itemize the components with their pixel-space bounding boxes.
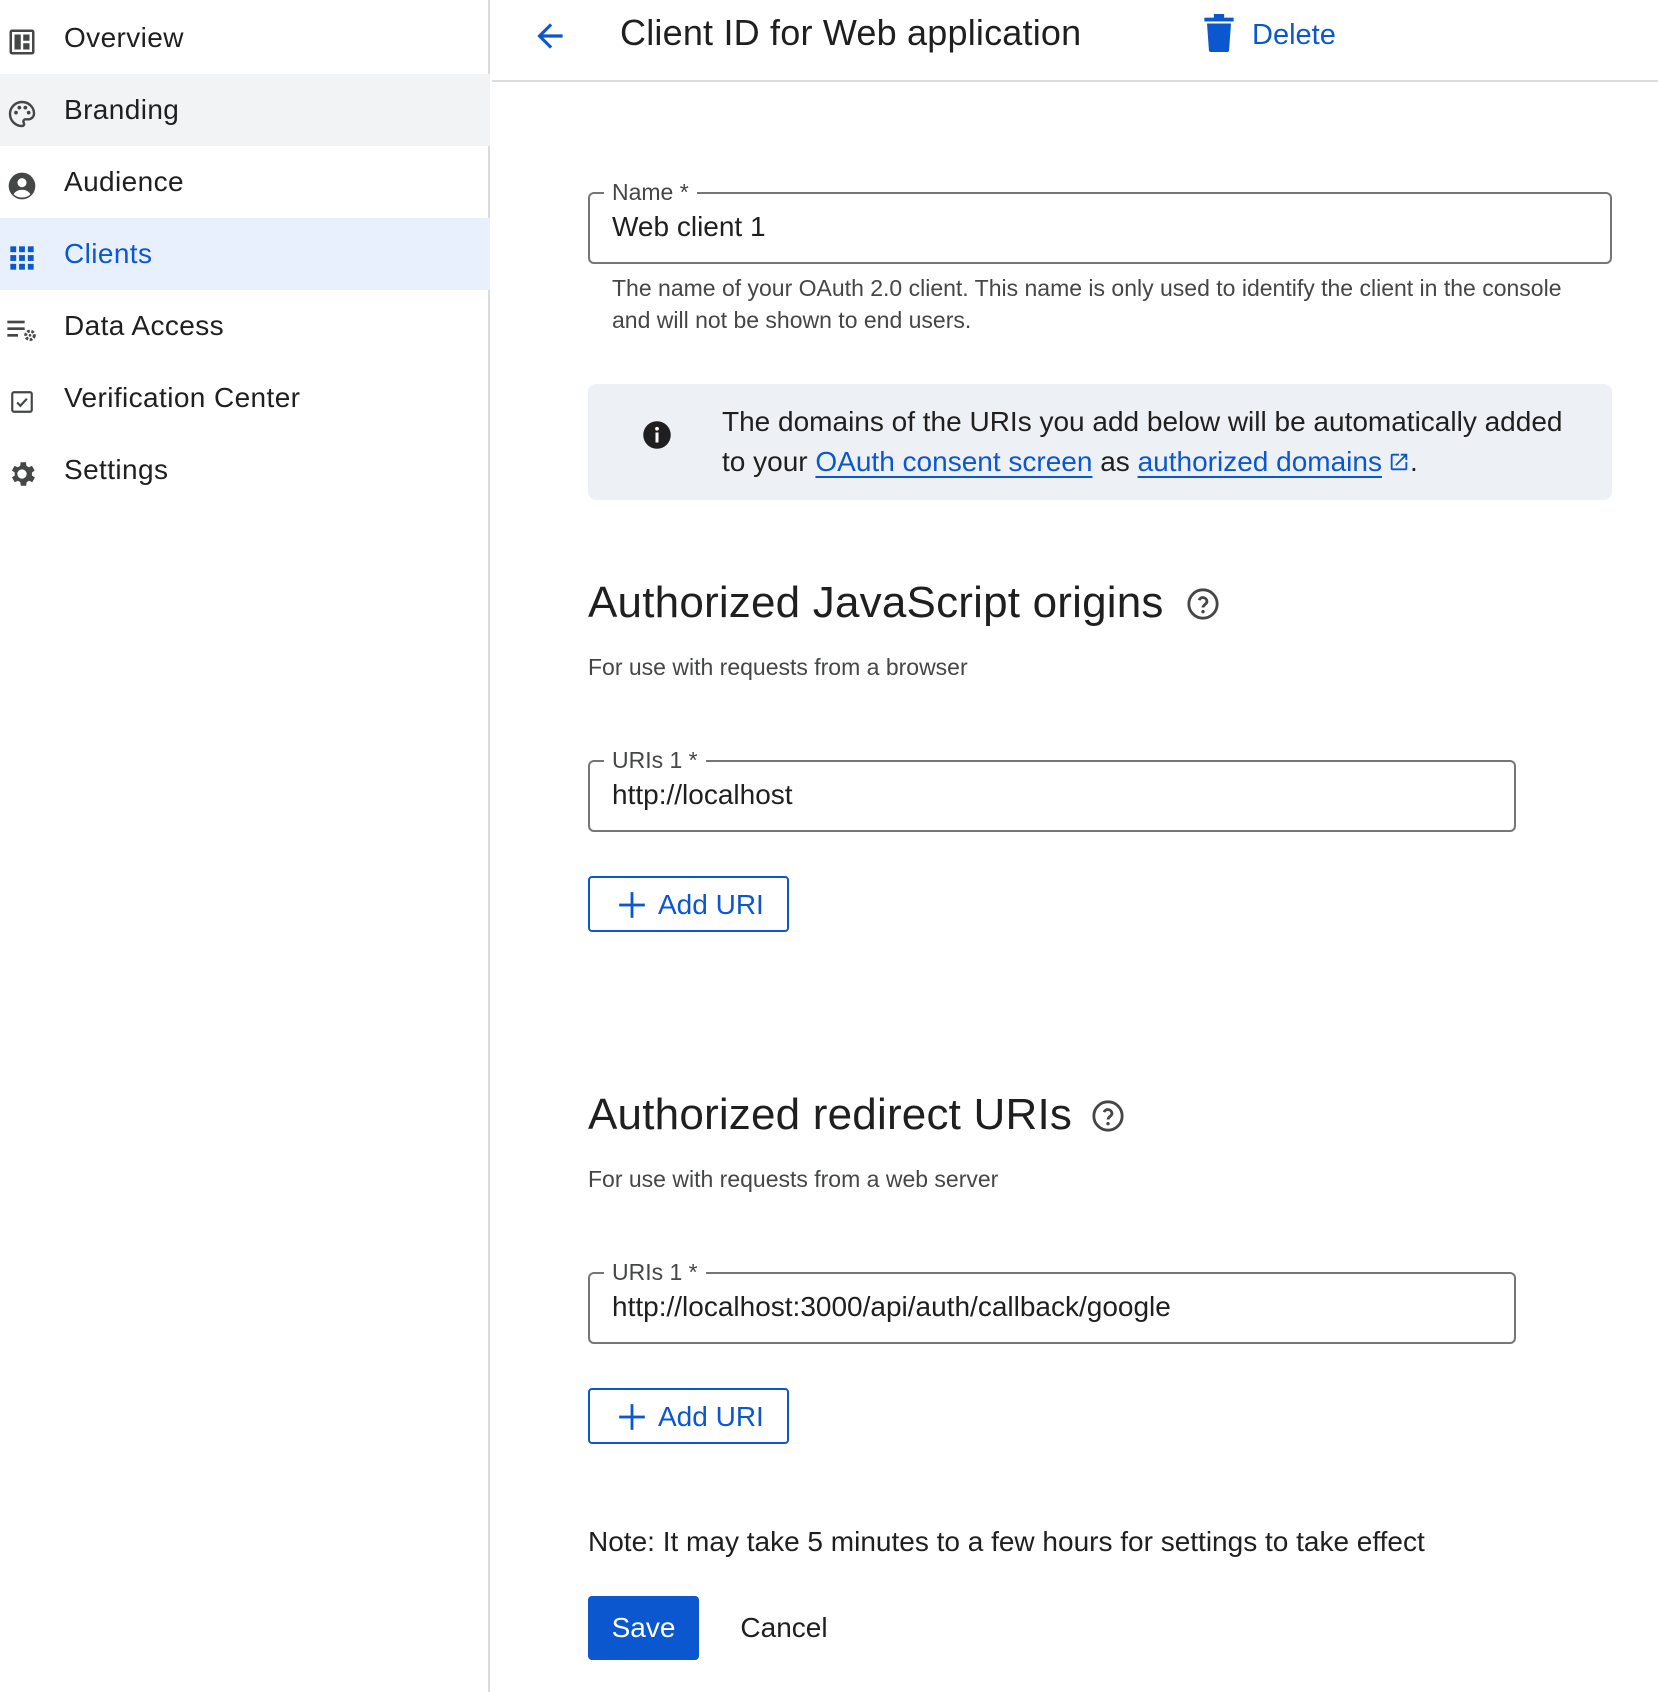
sidebar-item-label: Branding [64,94,180,125]
sidebar-item-branding[interactable]: Branding [0,74,490,146]
cancel-button[interactable]: Cancel [722,1596,846,1660]
name-field-label: Name * [604,178,697,206]
trash-icon [1204,13,1234,57]
delete-button[interactable]: Delete [1204,12,1336,58]
sidebar-item-clients[interactable]: Clients [0,218,490,290]
add-redirect-uri-button[interactable]: Add URI [588,1388,789,1444]
dashboard-icon [6,26,38,58]
page-header: Client ID for Web application Delete [492,0,1658,82]
plus-icon [618,1403,646,1431]
palette-icon [6,98,38,130]
sidebar-item-audience[interactable]: Audience [0,146,490,218]
open-in-new-icon [1388,444,1410,471]
redirect-uri-input[interactable] [612,1288,1494,1326]
add-js-origin-uri-button[interactable]: Add URI [588,876,789,932]
help-icon[interactable] [1186,587,1220,621]
redirect-uris-subtitle: For use with requests from a web server [588,1166,999,1192]
sidebar-item-overview[interactable]: Overview [0,2,490,74]
add-uri-label: Add URI [658,1401,764,1432]
info-text-part: . [1409,446,1418,477]
sidebar-item-label: Overview [64,22,184,53]
sidebar-item-settings[interactable]: Settings [0,434,490,506]
info-banner: The domains of the URIs you add below wi… [588,384,1612,500]
js-origins-title: Authorized JavaScript origins [588,578,1164,627]
gear-icon [6,458,38,490]
plus-icon [618,891,646,919]
name-field[interactable]: Name * [588,178,1612,264]
js-origin-uri-label: URIs 1 * [604,746,706,774]
help-icon[interactable] [1091,1099,1125,1133]
info-text: The domains of the URIs you add below wi… [722,402,1592,482]
sidebar-item-data-access[interactable]: Data Access [0,290,490,362]
sidebar-item-label: Settings [64,454,169,485]
arrow-back-icon [531,17,569,60]
name-input[interactable] [612,208,1590,246]
sidebar-item-label: Data Access [64,310,225,341]
checkbox-icon [6,386,38,418]
sidebar-item-verification-center[interactable]: Verification Center [0,362,490,434]
account-circle-icon [6,170,38,202]
js-origin-uri-input[interactable] [612,776,1494,814]
add-uri-label: Add URI [658,889,764,920]
settings-note: Note: It may take 5 minutes to a few hou… [588,1526,1425,1557]
list-settings-icon [6,314,38,346]
authorized-domains-link-label: authorized domains [1137,446,1382,477]
info-text-part: as [1092,446,1138,477]
oauth-consent-screen-link[interactable]: OAuth consent screen [815,446,1092,477]
js-origins-subtitle: For use with requests from a browser [588,654,968,680]
authorized-domains-link[interactable]: authorized domains [1138,446,1410,477]
page-title: Client ID for Web application [620,12,1082,53]
sidebar-item-label: Audience [64,166,184,197]
sidebar-item-label: Clients [64,238,153,269]
sidebar-item-label: Verification Center [64,382,301,413]
js-origin-uri-field[interactable]: URIs 1 * [588,746,1516,832]
redirect-uri-label: URIs 1 * [604,1258,706,1286]
back-button[interactable] [526,14,574,62]
save-button[interactable]: Save [588,1596,699,1660]
apps-grid-icon [6,242,38,274]
delete-label: Delete [1252,18,1336,51]
sidebar: Overview Branding Audience Clients Data … [0,0,490,1692]
info-icon [642,420,672,450]
redirect-uris-title: Authorized redirect URIs [588,1090,1073,1139]
redirect-uri-field[interactable]: URIs 1 * [588,1258,1516,1344]
name-helper-text: The name of your OAuth 2.0 client. This … [612,275,1562,333]
